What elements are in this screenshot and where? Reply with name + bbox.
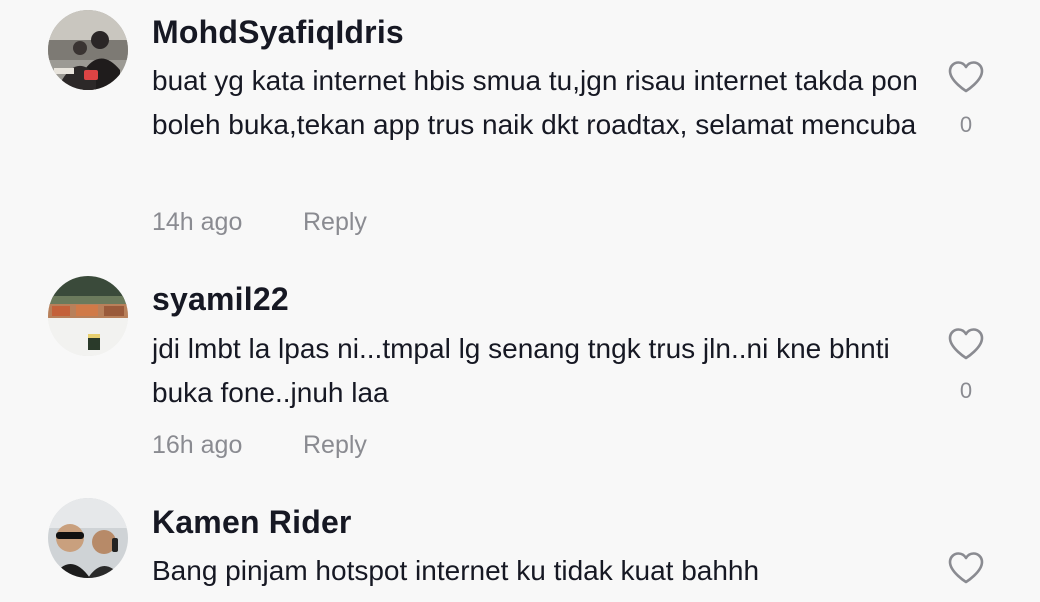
timestamp: 14h ago <box>152 208 243 236</box>
heart-outline-icon <box>948 61 984 93</box>
username[interactable]: MohdSyafiqIdris <box>152 14 404 51</box>
like-button[interactable] <box>946 551 986 585</box>
avatar[interactable] <box>48 498 128 578</box>
reply-button[interactable]: Reply <box>303 208 367 237</box>
timestamp: 16h ago <box>152 431 243 459</box>
avatar[interactable] <box>48 10 128 90</box>
like-button[interactable] <box>946 327 986 361</box>
comment-text: jdi lmbt la lpas ni...tmpal lg senang tn… <box>152 333 890 408</box>
reply-button[interactable]: Reply <box>303 431 367 460</box>
heart-outline-icon <box>948 552 984 584</box>
username[interactable]: Kamen Rider <box>152 504 352 541</box>
like-count: 0 <box>959 112 973 137</box>
like-count: 0 <box>959 378 973 403</box>
heart-outline-icon <box>948 328 984 360</box>
username[interactable]: syamil22 <box>152 281 289 318</box>
comment-text: Bang pinjam hotspot internet ku tidak ku… <box>152 555 760 586</box>
like-button[interactable] <box>946 60 986 94</box>
avatar[interactable] <box>48 276 128 356</box>
comment-text: buat yg kata internet hbis smua tu,jgn r… <box>152 65 918 140</box>
